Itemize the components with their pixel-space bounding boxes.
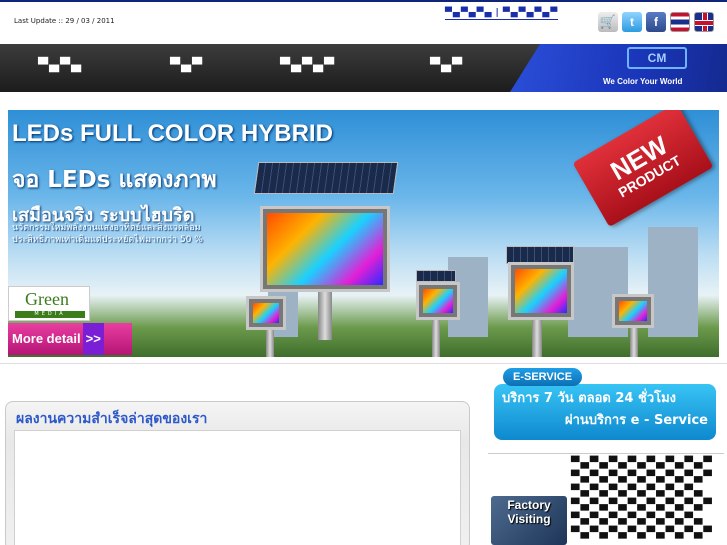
sidebar-link[interactable]: ▀▄▀▄▀▄▀▄▀▄▀▄▀▄▀	[571, 498, 721, 512]
green-media-logo: Green MEDIA	[8, 286, 90, 321]
last-update-text: Last Update :: 29 / 03 / 2011	[14, 17, 115, 25]
billboard-screen	[253, 303, 279, 323]
banner-thai-line3: นวัตกรรมใหม่พลังงานแสงอาทิตย์และสิ่งแวดล…	[12, 223, 203, 245]
billboard-far	[612, 294, 654, 328]
sidebar-link[interactable]: ▀▄▀▄▀▄▀▄▀▄▀▄▀▄▀	[571, 456, 721, 470]
brand-tagline: We Color Your World	[603, 77, 683, 86]
brand-logo: CM	[627, 47, 687, 69]
billboard-screen	[423, 289, 453, 313]
banner-headline: LEDs FULL COLOR HYBRID	[12, 120, 333, 147]
top-link-separator: |	[495, 8, 500, 18]
building	[648, 227, 698, 337]
sidebar-link[interactable]: ▀▄▀▄▀▄▀▄▀▄▀▄▀▄	[571, 484, 721, 498]
flag-thai-icon[interactable]	[670, 12, 690, 32]
flag-uk-icon[interactable]	[694, 12, 714, 32]
nav-item-4[interactable]: ▀▄▀	[430, 58, 463, 73]
more-detail-label: More detail	[12, 331, 81, 346]
nav-item-1[interactable]: ▀▄▀▄	[38, 58, 82, 73]
latest-works-title: ผลงานความสำเร็จล่าสุดของเรา	[16, 411, 208, 427]
sidebar-link[interactable]: ▀▄▀▄▀▄▀▄▀▄▀▄▀▄	[571, 512, 721, 526]
top-bar: Last Update :: 29 / 03 / 2011 ▀▄▀▄▀▄ | ▀▄▀…	[0, 0, 727, 44]
hero-banner[interactable]: LEDs FULL COLOR HYBRID จอ LEDs แสดงภาพ เ…	[8, 110, 719, 357]
billboard-screen	[267, 213, 383, 285]
facebook-icon[interactable]: f	[646, 12, 666, 32]
billboard-pole	[432, 320, 440, 357]
nav-item-3[interactable]: ▀▄▀▄▀	[280, 58, 335, 73]
new-product-badge: NEW PRODUCT	[572, 110, 714, 228]
billboard-pole	[630, 325, 638, 357]
eservice-tag: E-SERVICE	[503, 368, 583, 386]
divider	[0, 363, 727, 364]
twitter-icon[interactable]: t	[622, 12, 642, 32]
eservice-line2: ผ่านบริการ e - Service	[564, 413, 708, 428]
top-links: ▀▄▀▄▀▄ | ▀▄▀▄▀▄▀	[445, 8, 559, 20]
sidebar-divider	[488, 453, 724, 454]
solar-panel	[416, 270, 456, 282]
sidebar-links: ▀▄▀▄▀▄▀▄▀▄▀▄▀▄▀ ▀▄▀▄▀▄▀▄▀▄▀▄▀▄▀ ▀▄▀▄▀▄▀▄…	[571, 456, 721, 540]
billboard-screen	[619, 301, 647, 321]
top-link-2[interactable]: ▀▄▀▄▀▄▀	[503, 8, 558, 18]
billboard-mid	[416, 282, 460, 320]
sidebar-link[interactable]: ▀▄▀▄▀▄▀▄▀▄▀▄▀▄▀	[571, 526, 721, 540]
eservice-box[interactable]: บริการ 7 วัน ตลอด 24 ชั่วโมง ผ่านบริการ …	[494, 384, 716, 440]
nav-item-2[interactable]: ▀▄▀	[170, 58, 203, 73]
factory-visiting-button[interactable]: Factory Visiting	[491, 496, 567, 545]
social-icons: 🛒 t f	[598, 12, 714, 32]
banner-thai-line1: จอ LEDs แสดงภาพ	[12, 167, 217, 193]
billboard-main	[260, 206, 390, 292]
brand-area[interactable]: CM We Color Your World	[510, 44, 727, 92]
cart-icon[interactable]: 🛒	[598, 12, 618, 32]
eservice-line1: บริการ 7 วัน ตลอด 24 ชั่วโมง	[502, 391, 677, 406]
logo-sub: MEDIA	[15, 311, 85, 318]
billboard-pole	[532, 320, 542, 357]
billboard-screen	[515, 269, 567, 313]
sidebar-link[interactable]: ▀▄▀▄▀▄▀▄▀▄▀▄▀▄▀	[571, 470, 721, 484]
logo-text: Green	[25, 289, 69, 309]
more-detail-button[interactable]: More detail >>	[8, 323, 132, 355]
eservice-banner[interactable]: บริการ 7 วัน ตลอด 24 ชั่วโมง ผ่านบริการ …	[491, 366, 720, 446]
more-arrows: >>	[82, 323, 104, 355]
latest-works-panel: ผลงานความสำเร็จล่าสุดของเรา	[5, 401, 470, 545]
top-link-1[interactable]: ▀▄▀▄▀▄	[445, 8, 493, 18]
latest-works-content	[14, 430, 461, 545]
billboard-small	[246, 296, 286, 330]
billboard-right	[508, 262, 574, 320]
page: Last Update :: 29 / 03 / 2011 ▀▄▀▄▀▄ | ▀▄▀…	[0, 0, 727, 545]
solar-panel	[253, 162, 399, 194]
